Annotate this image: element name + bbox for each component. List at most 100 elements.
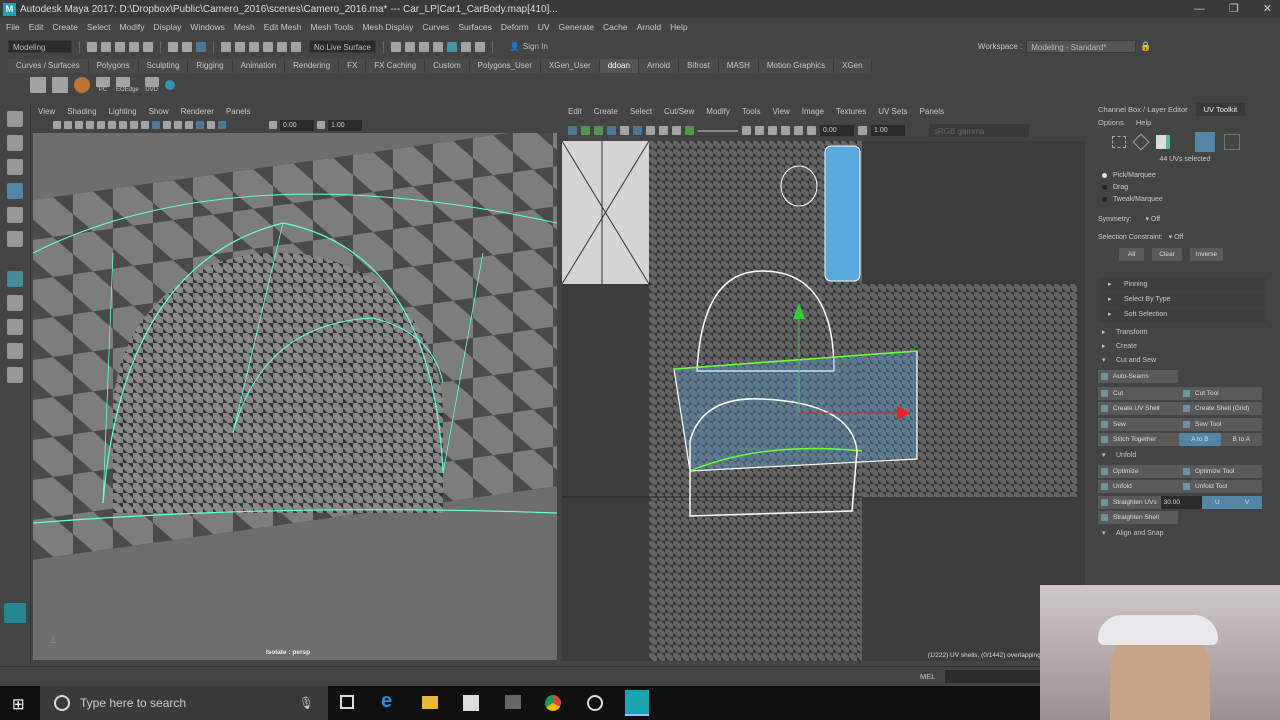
new-scene-icon[interactable] bbox=[87, 41, 97, 52]
maya-taskbar-icon[interactable] bbox=[625, 690, 649, 716]
straighten-v-toggle[interactable]: V bbox=[1232, 496, 1262, 509]
open-scene-icon[interactable] bbox=[101, 41, 111, 52]
unfold-button[interactable]: Unfold bbox=[1098, 480, 1180, 493]
smooth-shade-icon[interactable] bbox=[152, 121, 160, 129]
filter-icon[interactable] bbox=[768, 126, 777, 135]
clear-button[interactable]: Clear bbox=[1152, 248, 1182, 261]
vp-menu-view[interactable]: View bbox=[38, 107, 55, 116]
safe-action-icon[interactable] bbox=[130, 121, 138, 129]
shelf-tab[interactable]: Bifrost bbox=[679, 59, 719, 73]
store-icon[interactable] bbox=[463, 695, 479, 711]
psd-icon[interactable] bbox=[794, 126, 803, 135]
section-transform[interactable]: Transform bbox=[1094, 326, 1280, 340]
uv-menu-edit[interactable]: Edit bbox=[568, 107, 582, 116]
shelf-tab-active[interactable]: ddoan bbox=[599, 59, 639, 73]
section-unfold[interactable]: Unfold bbox=[1094, 449, 1280, 463]
section-create[interactable]: Create bbox=[1094, 340, 1280, 354]
shaded-uv-icon[interactable] bbox=[581, 126, 590, 135]
menu-uv[interactable]: UV bbox=[538, 22, 550, 32]
menu-surfaces[interactable]: Surfaces bbox=[458, 22, 492, 32]
undo-icon[interactable] bbox=[129, 41, 139, 52]
menu-curves[interactable]: Curves bbox=[422, 22, 449, 32]
menu-windows[interactable]: Windows bbox=[190, 22, 224, 32]
edge-browser-icon[interactable]: e bbox=[381, 690, 392, 713]
uv-editor-canvas[interactable]: (1/222) UV shells, (0/1442) overlapping … bbox=[562, 141, 1085, 661]
shelf-eoedge-button[interactable]: EOEdge bbox=[116, 77, 139, 93]
snapshot-icon[interactable] bbox=[659, 126, 668, 135]
menu-arnold[interactable]: Arnold bbox=[637, 22, 662, 32]
edge-mode-icon[interactable] bbox=[1132, 133, 1150, 151]
xray-icon[interactable] bbox=[196, 121, 204, 129]
select-object-icon[interactable] bbox=[182, 41, 192, 52]
task-view-icon[interactable] bbox=[340, 695, 354, 709]
shelf-tab[interactable]: XGen bbox=[834, 59, 872, 73]
menu-display[interactable]: Display bbox=[154, 22, 182, 32]
create-uv-shell-button[interactable]: Create UV Shell bbox=[1098, 402, 1180, 415]
face-mode-icon[interactable] bbox=[1156, 135, 1170, 149]
pause-icon[interactable] bbox=[474, 41, 485, 52]
shelf-tab[interactable]: XGen_User bbox=[540, 59, 600, 73]
app-icon[interactable] bbox=[505, 695, 521, 709]
chrome-icon[interactable] bbox=[545, 695, 561, 711]
menu-cache[interactable]: Cache bbox=[603, 22, 628, 32]
colorspace-dropdown[interactable]: sRGB gamma bbox=[929, 124, 1029, 137]
sign-in-button[interactable]: 👤 Sign In bbox=[505, 40, 582, 53]
shelf-tab[interactable]: FX Caching bbox=[366, 59, 426, 73]
perspective-viewport[interactable]: Isolate : persp ⊥ bbox=[33, 133, 557, 660]
section-align-and-snap[interactable]: Align and Snap bbox=[1094, 527, 1280, 541]
image-plane-icon[interactable] bbox=[86, 121, 94, 129]
bookmark-icon[interactable] bbox=[75, 121, 83, 129]
sew-button[interactable]: Sew bbox=[1098, 418, 1180, 431]
snap-surface-icon[interactable] bbox=[277, 41, 287, 52]
cut-button[interactable]: Cut bbox=[1098, 387, 1180, 400]
menu-modify[interactable]: Modify bbox=[120, 22, 145, 32]
image-brightness-slider[interactable] bbox=[698, 129, 738, 132]
isolate-icon[interactable] bbox=[207, 121, 215, 129]
live-surface-field[interactable]: No Live Surface bbox=[309, 40, 376, 53]
shelf-tab[interactable]: FX bbox=[339, 59, 367, 73]
minimize-button[interactable]: — bbox=[1194, 3, 1205, 15]
shelf-globe-icon[interactable] bbox=[164, 80, 175, 90]
vp-menu-show[interactable]: Show bbox=[149, 107, 169, 116]
shelf-tab[interactable]: Rigging bbox=[188, 59, 233, 73]
image-display-icon[interactable] bbox=[685, 126, 694, 135]
optimize-tool-button[interactable]: Optimize Tool bbox=[1180, 465, 1262, 478]
dim-image-icon[interactable] bbox=[755, 126, 764, 135]
straighten-u-toggle[interactable]: U bbox=[1202, 496, 1233, 509]
camera-attr-icon[interactable] bbox=[64, 121, 72, 129]
shelf-tab[interactable]: Custom bbox=[425, 59, 470, 73]
vp-menu-shading[interactable]: Shading bbox=[67, 107, 96, 116]
vp-menu-renderer[interactable]: Renderer bbox=[181, 107, 214, 116]
shelf-brush-icon[interactable] bbox=[52, 77, 68, 93]
render-settings-icon[interactable] bbox=[432, 41, 443, 52]
outliner-icon[interactable] bbox=[7, 367, 23, 383]
menu-file[interactable]: File bbox=[6, 22, 20, 32]
layout-icon[interactable] bbox=[7, 271, 23, 287]
uv-menu-panels[interactable]: Panels bbox=[920, 107, 944, 116]
straighten-shell-button[interactable]: Straighten Shell bbox=[1098, 511, 1178, 524]
shelf-uvd-button[interactable]: UVD bbox=[144, 77, 159, 93]
shelf-tab[interactable]: Curves / Surfaces bbox=[8, 59, 89, 73]
display-grid-icon[interactable] bbox=[633, 126, 642, 135]
paint-select-icon[interactable] bbox=[7, 159, 23, 175]
shelf-tab[interactable]: Motion Graphics bbox=[758, 59, 835, 73]
radio-pick-marquee[interactable]: Pick/Marquee bbox=[1102, 169, 1280, 181]
shelf-tab[interactable]: Sculpting bbox=[138, 59, 189, 73]
cut-tool-button[interactable]: Cut Tool bbox=[1180, 387, 1262, 400]
inverse-button[interactable]: Inverse bbox=[1189, 248, 1224, 261]
shelf-sphere-icon[interactable] bbox=[74, 77, 90, 93]
shelf-tab[interactable]: Polygons_User bbox=[469, 59, 541, 73]
section-select-by-type[interactable]: Select By Type bbox=[1098, 293, 1266, 307]
radio-drag[interactable]: Drag bbox=[1102, 181, 1280, 193]
save-scene-icon[interactable] bbox=[115, 41, 125, 52]
isolate-uv-icon[interactable] bbox=[742, 126, 751, 135]
maximize-button[interactable]: ❐ bbox=[1229, 2, 1239, 15]
texture-borders-icon[interactable] bbox=[620, 126, 629, 135]
lights-icon[interactable] bbox=[174, 121, 182, 129]
film-gate-icon[interactable] bbox=[108, 121, 116, 129]
hypershade-icon[interactable] bbox=[446, 41, 457, 52]
render-seq-icon[interactable] bbox=[404, 41, 415, 52]
unfold-tool-button[interactable]: Unfold Tool bbox=[1180, 480, 1262, 493]
snap-point-icon[interactable] bbox=[249, 41, 259, 52]
resolution-gate-icon[interactable] bbox=[119, 121, 127, 129]
